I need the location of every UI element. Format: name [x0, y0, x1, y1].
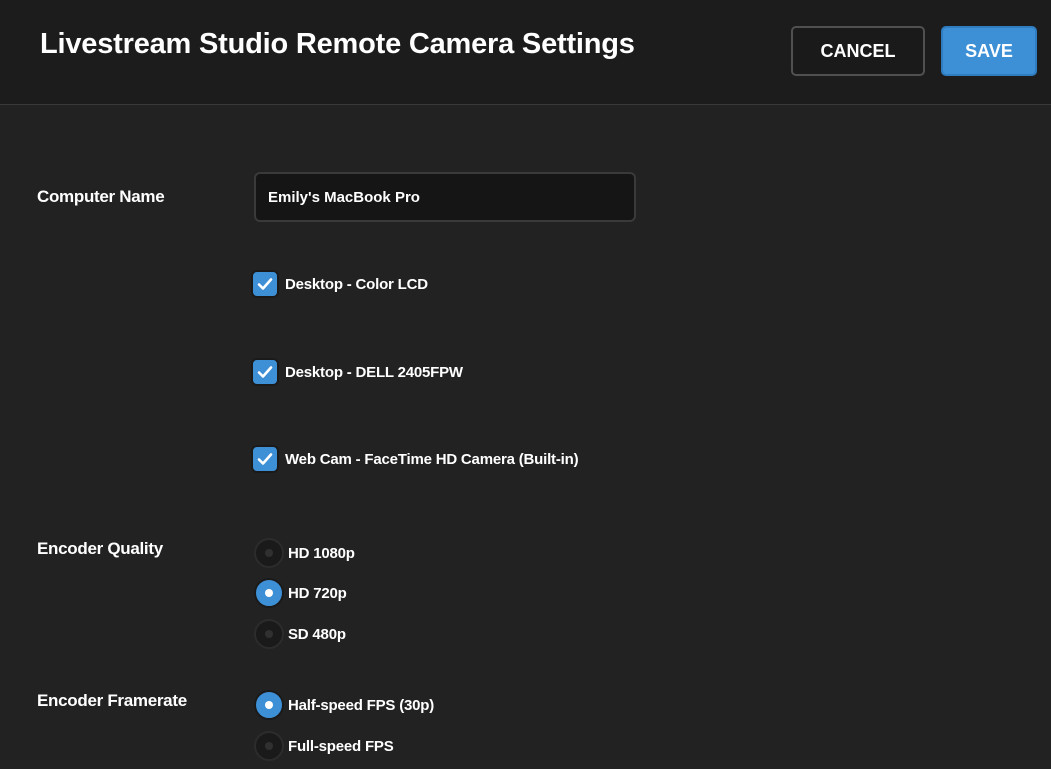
quality-480p-radio[interactable]	[254, 619, 284, 649]
checkmark-icon	[257, 453, 273, 465]
checkmark-icon	[257, 278, 273, 290]
cancel-button[interactable]: CANCEL	[791, 26, 925, 76]
page-title: Livestream Studio Remote Camera Settings	[40, 28, 635, 60]
source-desktop-dell-checkbox[interactable]	[251, 358, 279, 386]
source-desktop-color-lcd[interactable]: Desktop - Color LCD	[251, 269, 428, 299]
framerate-option-full-speed[interactable]: Full-speed FPS	[254, 730, 394, 762]
save-button[interactable]: SAVE	[941, 26, 1037, 76]
computer-name-label: Computer Name	[37, 187, 165, 206]
quality-1080p-label: HD 1080p	[288, 544, 355, 562]
source-desktop-dell[interactable]: Desktop - DELL 2405FPW	[251, 357, 463, 387]
computer-name-input[interactable]	[254, 172, 636, 222]
quality-720p-label: HD 720p	[288, 584, 347, 602]
quality-option-1080p[interactable]: HD 1080p	[254, 537, 355, 569]
checkmark-icon	[257, 366, 273, 378]
quality-1080p-radio[interactable]	[254, 538, 284, 568]
source-webcam-facetime[interactable]: Web Cam - FaceTime HD Camera (Built-in)	[251, 444, 579, 474]
source-desktop-dell-label: Desktop - DELL 2405FPW	[285, 363, 463, 381]
quality-option-480p[interactable]: SD 480p	[254, 618, 346, 650]
quality-480p-label: SD 480p	[288, 625, 346, 643]
framerate-option-half-speed[interactable]: Half-speed FPS (30p)	[254, 689, 434, 721]
source-desktop-color-lcd-checkbox[interactable]	[251, 270, 279, 298]
source-webcam-facetime-checkbox[interactable]	[251, 445, 279, 473]
encoder-framerate-label: Encoder Framerate	[37, 691, 187, 710]
framerate-full-speed-radio[interactable]	[254, 731, 284, 761]
source-desktop-color-lcd-label: Desktop - Color LCD	[285, 275, 428, 293]
header-bar: Livestream Studio Remote Camera Settings…	[0, 0, 1051, 105]
encoder-quality-label: Encoder Quality	[37, 539, 163, 558]
framerate-half-speed-label: Half-speed FPS (30p)	[288, 696, 435, 714]
framerate-full-speed-label: Full-speed FPS	[288, 737, 394, 755]
quality-option-720p[interactable]: HD 720p	[254, 577, 347, 609]
framerate-half-speed-radio[interactable]	[254, 690, 284, 720]
quality-720p-radio[interactable]	[254, 578, 284, 608]
source-webcam-facetime-label: Web Cam - FaceTime HD Camera (Built-in)	[285, 450, 579, 468]
